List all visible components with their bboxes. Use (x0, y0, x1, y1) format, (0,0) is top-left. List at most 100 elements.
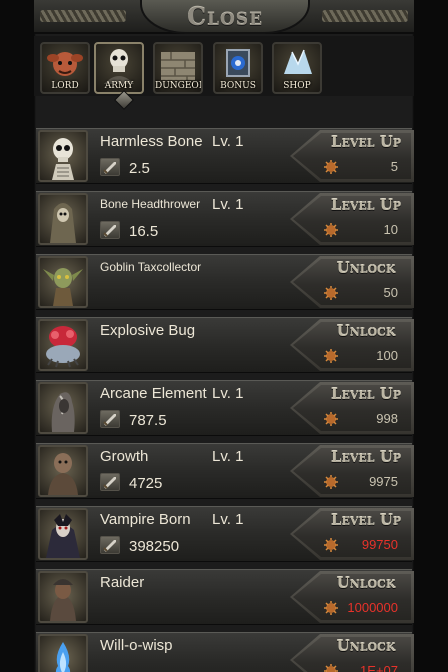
unit-portrait (38, 634, 88, 672)
cost-icon (324, 538, 338, 552)
unit-row: Bone Headthrower Lv. 1 16.5 Level Up 10 (34, 191, 414, 247)
cost-value: 9975 (369, 474, 398, 489)
tab-label: SHOP (283, 81, 311, 91)
unit-level: Lv. 1 (212, 133, 244, 150)
cost-icon (324, 664, 338, 672)
unit-name: Will-o-wisp (100, 637, 173, 654)
unit-name: Goblin Taxcollector (100, 260, 202, 274)
unlock-button[interactable]: Unlock 50 (290, 256, 414, 308)
level-up-button[interactable]: Level Up 998 (290, 382, 414, 434)
attack-icon (103, 162, 116, 174)
tab-dungeon[interactable]: DUNGEON (153, 42, 203, 94)
unit-row: Growth Lv. 1 4725 Level Up 9975 (34, 443, 414, 499)
unit-name: Arcane Element (100, 385, 207, 402)
unit-attack-value: 787.5 (129, 412, 167, 429)
action-label: Level Up (330, 448, 402, 466)
raider-icon (50, 579, 76, 621)
unlock-button[interactable]: Unlock 1000000 (290, 571, 414, 623)
cost-value: 50 (383, 285, 398, 300)
unit-row: Raider Unlock 1000000 (34, 569, 414, 625)
cost-icon (324, 286, 338, 300)
unit-portrait (38, 256, 88, 308)
arcane-icon (51, 392, 75, 432)
tab-shop[interactable]: SHOP (272, 42, 322, 94)
unit-portrait (38, 445, 88, 497)
unit-name: Raider (100, 574, 145, 591)
unit-attack-value: 398250 (129, 538, 180, 555)
category-tabs: LORD ARMY DUNGEON BONUS SHOP (34, 36, 414, 96)
action-label: Level Up (330, 385, 402, 403)
attack-icon (103, 225, 116, 237)
unit-level: Lv. 1 (212, 385, 244, 402)
tab-label: DUNGEON (155, 81, 203, 91)
unit-row: Goblin Taxcollector Unlock 50 (34, 254, 414, 310)
unit-level: Lv. 1 (212, 448, 244, 465)
action-label: Level Up (330, 511, 402, 529)
cost-value: 100 (376, 348, 398, 363)
attack-icon (103, 477, 116, 489)
cost-value: 5 (390, 159, 398, 174)
unit-attack-value: 16.5 (129, 223, 159, 240)
cost-icon (324, 475, 338, 489)
attack-icon (103, 414, 116, 426)
bug-icon (46, 326, 80, 368)
unit-portrait (38, 382, 88, 434)
cost-value: 998 (376, 411, 398, 426)
unit-row: Harmless Bone Lv. 1 2.5 Level Up 5 (34, 128, 414, 184)
attack-icon-frame (100, 410, 120, 428)
unit-attack-value: 2.5 (129, 160, 150, 177)
unit-name: Harmless Bone (100, 133, 203, 150)
action-label: Unlock (336, 637, 396, 655)
unit-level: Lv. 1 (212, 511, 244, 528)
cost-icon (324, 223, 338, 237)
rope-decoration-right (322, 10, 408, 22)
unit-portrait (38, 130, 88, 182)
unit-name: Vampire Born (100, 511, 191, 528)
unlock-button[interactable]: Unlock 100 (290, 319, 414, 371)
action-label: Unlock (336, 574, 396, 592)
attack-icon-frame (100, 536, 120, 554)
goblin-icon (43, 268, 83, 306)
action-label: Level Up (330, 133, 402, 151)
unit-row: Vampire Born Lv. 1 398250 Level Up 99750 (34, 506, 414, 562)
tab-army[interactable]: ARMY (94, 42, 144, 94)
rope-decoration-left (40, 10, 126, 22)
cost-icon (324, 412, 338, 426)
unit-row: Explosive Bug Unlock 100 (34, 317, 414, 373)
close-bar: Close (34, 0, 414, 34)
vampire-icon (46, 514, 80, 558)
tab-label: BONUS (220, 81, 256, 91)
cost-icon (324, 349, 338, 363)
wisp-icon (55, 642, 71, 672)
cost-value: 1000000 (347, 600, 398, 615)
unit-portrait (38, 193, 88, 245)
unit-row: Will-o-wisp Unlock 1E+07 (34, 632, 414, 672)
unlock-button[interactable]: Unlock 1E+07 (290, 634, 414, 672)
attack-icon-frame (100, 221, 120, 239)
unit-row: Arcane Element Lv. 1 787.5 Level Up 998 (34, 380, 414, 436)
unit-level: Lv. 1 (212, 196, 244, 213)
attack-icon-frame (100, 158, 120, 176)
attack-icon (103, 540, 116, 552)
unit-list: Harmless Bone Lv. 1 2.5 Level Up 5 Bone Headt… (34, 104, 414, 672)
unit-portrait (38, 571, 88, 623)
level-up-button[interactable]: Level Up 9975 (290, 445, 414, 497)
unit-name: Explosive Bug (100, 322, 196, 339)
unit-portrait (38, 508, 88, 560)
level-up-button[interactable]: Level Up 99750 (290, 508, 414, 560)
attack-icon-frame (100, 473, 120, 491)
action-label: Unlock (336, 322, 396, 340)
tab-bonus[interactable]: BONUS (213, 42, 263, 94)
cost-value: 99750 (361, 537, 398, 552)
tab-lord[interactable]: LORD (40, 42, 90, 94)
level-up-button[interactable]: Level Up 10 (290, 193, 414, 245)
tab-label: ARMY (104, 81, 134, 91)
unit-attack-value: 4725 (129, 475, 163, 492)
cost-icon (324, 601, 338, 615)
action-label: Level Up (330, 196, 402, 214)
close-button[interactable]: Close (140, 0, 310, 34)
cost-value: 10 (383, 222, 398, 237)
action-label: Unlock (336, 259, 396, 277)
level-up-button[interactable]: Level Up 5 (290, 130, 414, 182)
army-screen: Close LORD ARMY DUNGEON BONUS SHOP Harmless … (0, 0, 448, 672)
